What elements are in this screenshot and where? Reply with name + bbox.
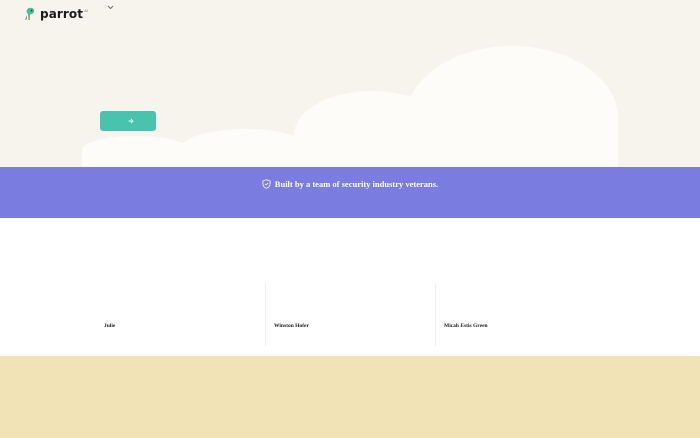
hero-clouds-illustration (82, 46, 618, 167)
trust-banner-content: Built by a team of security industry vet… (262, 178, 438, 190)
testimonial-author-name: Julie (104, 323, 116, 329)
testimonial-author-name: Micah Estis Green (444, 323, 488, 329)
top-nav: parrot AI (22, 6, 88, 22)
logo-superscript: AI (84, 7, 88, 13)
parrot-logo-icon (25, 7, 35, 21)
testimonial-card: Julie (104, 284, 274, 346)
hero-section: parrot AI (0, 0, 700, 167)
shield-icon (262, 179, 271, 189)
trust-banner-text: Built by a team of security industry vet… (274, 179, 439, 189)
logo-link[interactable]: parrot AI (22, 6, 88, 22)
hero-cta-button[interactable] (100, 111, 156, 131)
footer-band (0, 356, 700, 438)
trust-banner: Built by a team of security industry vet… (0, 167, 700, 218)
nav-dropdown-toggle[interactable] (105, 2, 115, 12)
testimonial-author-name: Winston Hofer (274, 323, 309, 329)
chevron-down-icon (107, 5, 113, 9)
arrow-right-icon (128, 118, 134, 124)
testimonial-card: Winston Hofer (274, 284, 444, 346)
testimonials-section: Julie Winston Hofer Micah Estis Green (0, 218, 700, 356)
page: parrot AI Built by a team of security in… (0, 0, 700, 438)
testimonial-divider (265, 284, 266, 346)
logo-wordmark: parrot (40, 7, 84, 21)
testimonial-divider (435, 284, 436, 346)
testimonial-card: Micah Estis Green (444, 284, 614, 346)
